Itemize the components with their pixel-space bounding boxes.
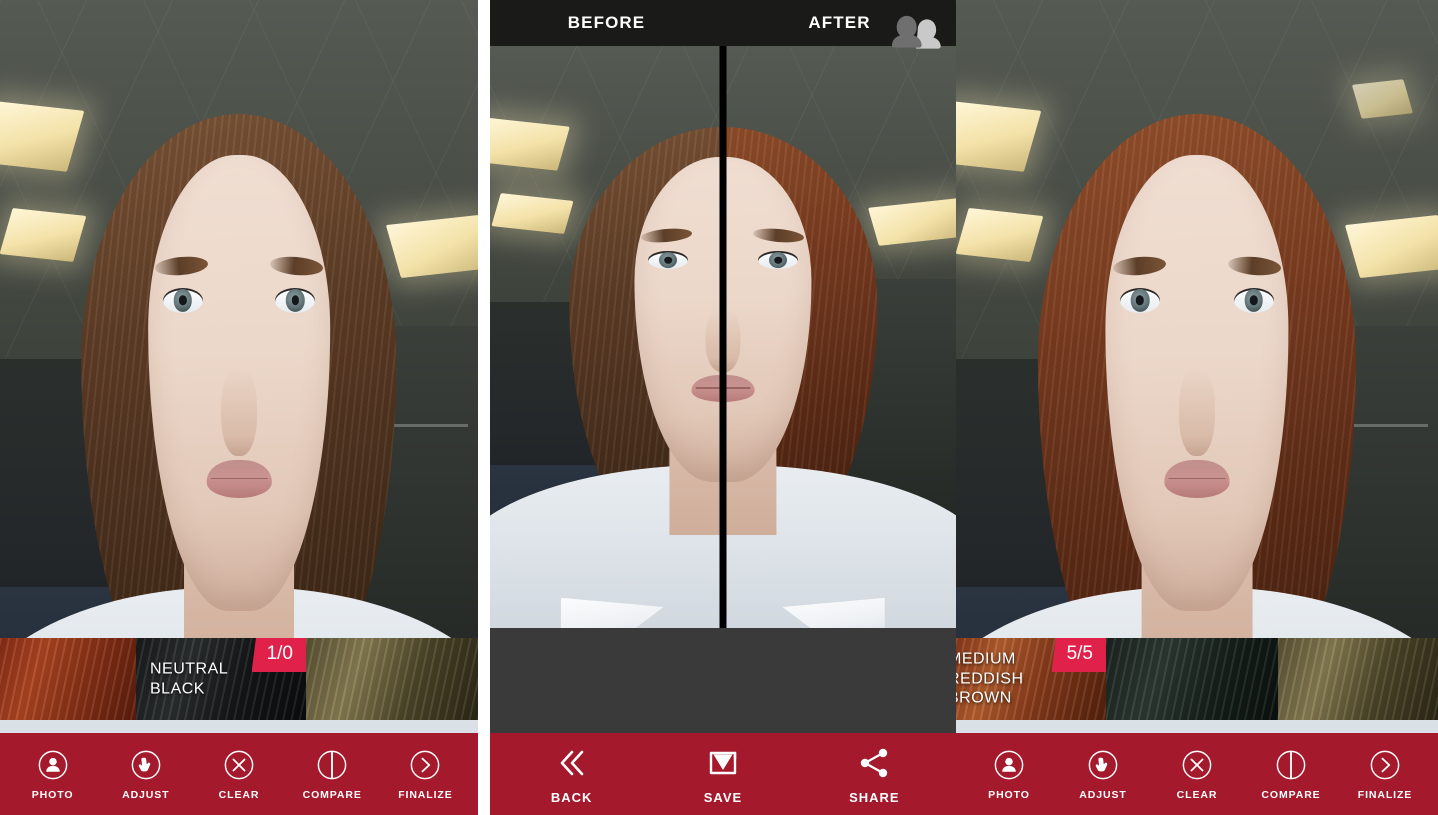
before-half	[490, 46, 723, 628]
clear-button[interactable]: CLEAR	[192, 748, 285, 801]
color-swatch-strip[interactable]: MEDIUM REDDISH BROWN 5/5	[956, 638, 1438, 720]
collar-left	[561, 598, 664, 628]
swatch-label: MEDIUM REDDISH BROWN	[956, 650, 1024, 709]
photo-button-label: PHOTO	[32, 789, 74, 801]
iris-left	[173, 289, 191, 311]
swatch-shade-badge: 5/5	[1052, 638, 1106, 672]
save-button[interactable]: SAVE	[647, 743, 798, 805]
ceiling-light-icon	[0, 208, 87, 262]
iris-left	[659, 253, 677, 269]
clear-button-label: CLEAR	[219, 789, 260, 801]
person-circle-icon	[992, 748, 1026, 782]
panel-compare: BEFORE AFTER	[490, 0, 956, 815]
dark-ash-swatch-2[interactable]	[1278, 638, 1438, 720]
share-button[interactable]: SHARE	[799, 743, 950, 805]
finalize-button-label: FINALIZE	[1358, 789, 1412, 801]
editor-toolbar: PHOTO ADJUST CLEAR	[0, 733, 478, 815]
compare-button[interactable]: COMPARE	[1244, 748, 1338, 801]
photo-button-label: PHOTO	[988, 789, 1030, 801]
close-circle-icon	[1180, 748, 1214, 782]
swatch-shade-badge: 1/0	[252, 638, 306, 672]
auburn-red-swatch[interactable]	[0, 638, 136, 720]
after-half	[723, 46, 956, 628]
clear-button-label: CLEAR	[1177, 789, 1218, 801]
hand-pointer-circle-icon	[1086, 748, 1120, 782]
lips	[1164, 460, 1229, 497]
ceiling-light-icon	[868, 198, 956, 246]
app-root: NEUTRAL BLACK 1/0 PHOTO ADJUST	[0, 0, 1438, 815]
adjust-button-label: ADJUST	[122, 789, 169, 801]
finalize-button[interactable]: FINALIZE	[1338, 748, 1432, 801]
nose	[221, 367, 257, 457]
iris-right	[286, 289, 304, 311]
compare-button[interactable]: COMPARE	[286, 748, 379, 801]
compare-button-label: COMPARE	[303, 789, 362, 801]
iris-right	[1245, 289, 1264, 311]
photo-button[interactable]: PHOTO	[6, 748, 99, 801]
ceiling-light-icon	[1352, 79, 1413, 119]
medium-reddish-brown-swatch[interactable]: MEDIUM REDDISH BROWN 5/5	[956, 638, 1106, 720]
back-button-label: BACK	[551, 790, 593, 805]
adjust-button[interactable]: ADJUST	[1056, 748, 1150, 801]
compare-header: BEFORE AFTER	[490, 0, 956, 46]
portrait-photo-after-half	[723, 46, 956, 628]
adjust-button[interactable]: ADJUST	[99, 748, 192, 801]
compare-button-label: COMPARE	[1261, 789, 1320, 801]
iris-right	[769, 253, 787, 269]
panel-editor-after: MEDIUM REDDISH BROWN 5/5 PHOTO A	[956, 0, 1438, 815]
collar-right	[782, 598, 885, 628]
editor-toolbar-2: PHOTO ADJUST CLEAR	[956, 733, 1438, 815]
dark-green-black-swatch[interactable]	[1106, 638, 1278, 720]
hand-pointer-circle-icon	[129, 748, 163, 782]
person-circle-icon	[36, 748, 70, 782]
finalize-button-label: FINALIZE	[398, 789, 452, 801]
finalize-button[interactable]: FINALIZE	[379, 748, 472, 801]
download-tray-icon	[703, 743, 743, 783]
chevron-right-circle-icon	[408, 748, 442, 782]
panel-editor-before: NEUTRAL BLACK 1/0 PHOTO ADJUST	[0, 0, 478, 815]
portrait-photo-before-half	[490, 46, 723, 628]
close-circle-icon	[222, 748, 256, 782]
swatch-label: NEUTRAL BLACK	[150, 659, 228, 698]
photo-button[interactable]: PHOTO	[962, 748, 1056, 801]
two-heads-icon[interactable]	[888, 10, 944, 62]
share-button-label: SHARE	[849, 790, 900, 805]
eye-right	[275, 288, 315, 313]
ceiling-light-icon	[1345, 215, 1438, 278]
compare-blank-area	[490, 628, 956, 733]
lips	[207, 460, 272, 497]
chevron-right-circle-icon	[1368, 748, 1402, 782]
compare-stage[interactable]	[490, 46, 956, 628]
ceiling-light-icon	[386, 215, 478, 278]
split-circle-icon	[315, 748, 349, 782]
eye-left	[163, 288, 203, 313]
nose	[1179, 367, 1215, 457]
back-button[interactable]: BACK	[496, 743, 647, 805]
clear-button[interactable]: CLEAR	[1150, 748, 1244, 801]
before-label: BEFORE	[490, 13, 723, 33]
ceiling-light-icon	[956, 208, 1043, 262]
iris-left	[1131, 289, 1150, 311]
ceiling-light-icon	[490, 117, 569, 170]
neutral-black-swatch[interactable]: NEUTRAL BLACK 1/0	[136, 638, 306, 720]
dark-ash-swatch[interactable]	[306, 638, 478, 720]
share-nodes-icon	[854, 743, 894, 783]
before-after-divider[interactable]	[720, 46, 727, 628]
compare-toolbar: BACK SAVE SHARE	[490, 733, 956, 815]
save-button-label: SAVE	[704, 790, 742, 805]
panel-divider-left	[478, 0, 490, 815]
adjust-button-label: ADJUST	[1079, 789, 1126, 801]
eye-left	[1120, 288, 1160, 313]
double-chevron-left-icon	[552, 743, 592, 783]
color-swatch-strip[interactable]: NEUTRAL BLACK 1/0	[0, 638, 478, 720]
eye-right	[1234, 288, 1274, 313]
split-circle-icon	[1274, 748, 1308, 782]
